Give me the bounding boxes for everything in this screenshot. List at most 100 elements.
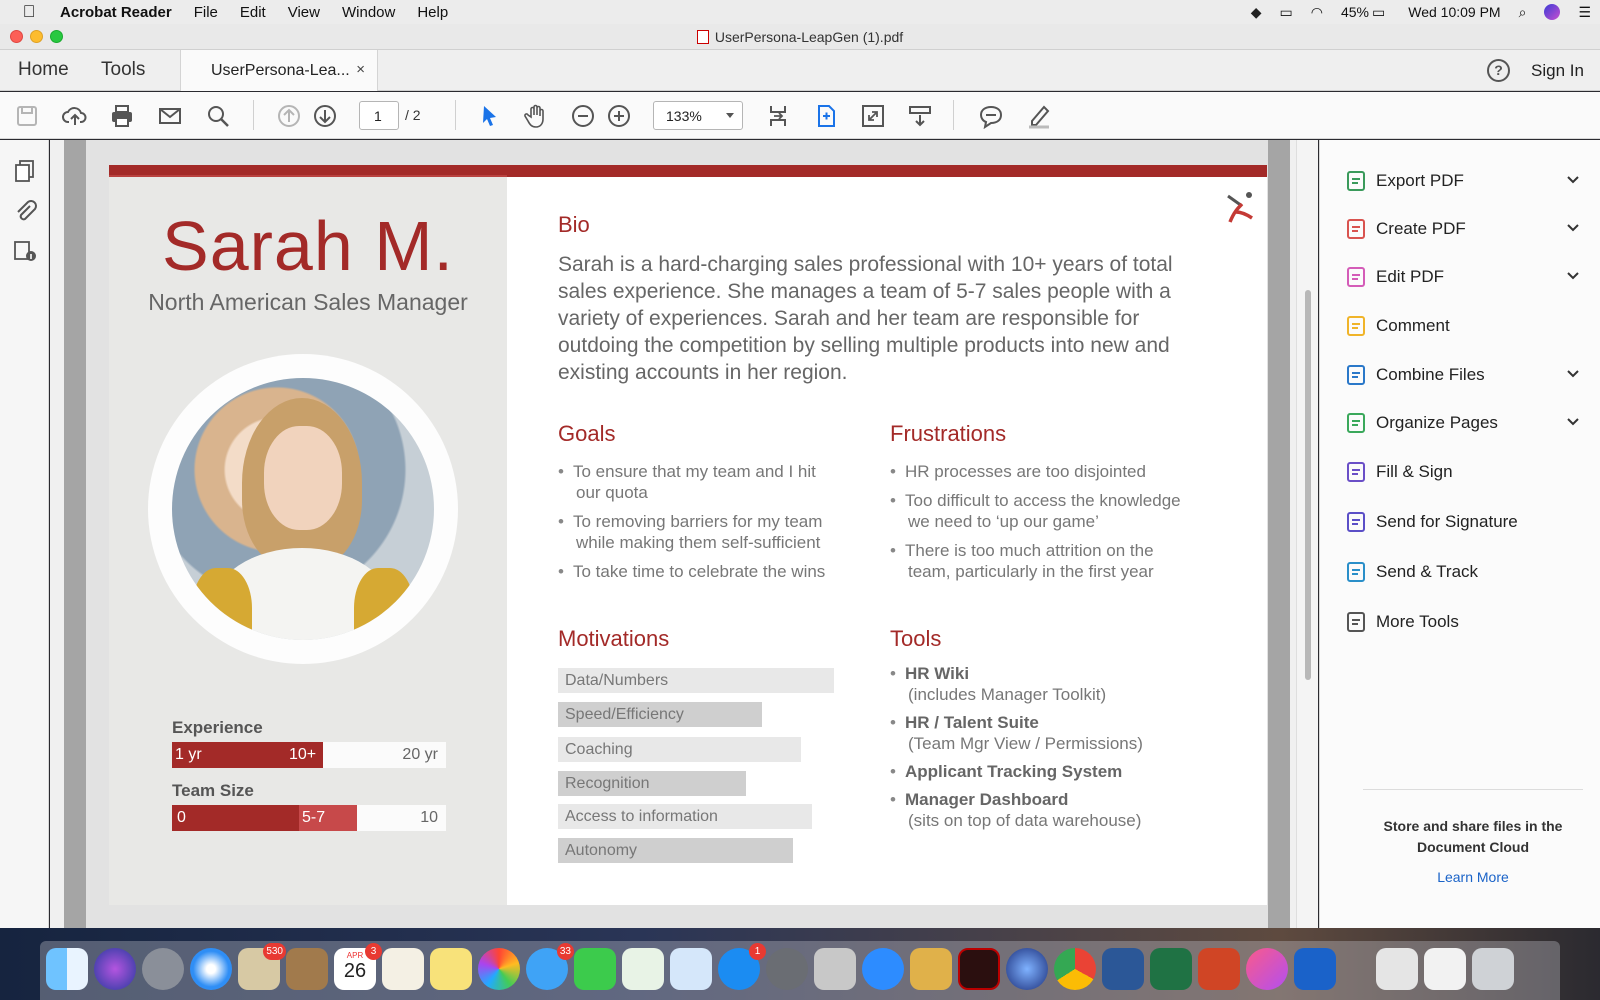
app-store-icon[interactable]: 1: [718, 943, 766, 990]
print-icon[interactable]: [109, 103, 135, 129]
persona-photo: [172, 378, 434, 640]
save-icon[interactable]: [14, 103, 40, 129]
team-size-label: Team Size: [172, 781, 254, 800]
email-icon[interactable]: [157, 103, 183, 129]
comment-icon[interactable]: [978, 103, 1004, 130]
zoom-in-icon[interactable]: [606, 103, 632, 129]
finder-icon[interactable]: [46, 948, 88, 990]
notification-center-icon[interactable]: ☰: [1578, 4, 1591, 21]
tool-combine-files[interactable]: Combine Files: [1347, 361, 1586, 391]
system-preferences-icon[interactable]: [766, 948, 808, 990]
dropbox-icon[interactable]: ◆: [1251, 4, 1262, 21]
calendar-icon[interactable]: APR 26 3: [334, 943, 382, 990]
messages-icon[interactable]: 33: [526, 943, 574, 990]
documents-stack-icon[interactable]: [1376, 948, 1418, 990]
frustrations-list: HR processes are too disjointed Too diff…: [890, 461, 1210, 582]
tab-home[interactable]: Home: [18, 59, 69, 81]
tool-comment[interactable]: Comment: [1347, 312, 1586, 342]
downloads-stack-icon[interactable]: [1424, 948, 1466, 990]
next-page-icon[interactable]: [312, 103, 338, 129]
battery-icon[interactable]: ▭: [1372, 4, 1385, 21]
siri-dock-icon[interactable]: [94, 948, 136, 990]
scrollbar-thumb[interactable]: [1305, 290, 1311, 680]
network-radar-icon[interactable]: [1006, 948, 1048, 990]
airplay-icon[interactable]: ▭: [1280, 4, 1293, 21]
hand-tool-icon[interactable]: [523, 103, 549, 129]
pdf-file-icon: [696, 30, 709, 44]
tool-create-pdf[interactable]: Create PDF: [1347, 215, 1586, 245]
tool-export-pdf[interactable]: Export PDF: [1347, 167, 1586, 197]
menu-clock[interactable]: Wed 10:09 PM: [1408, 4, 1500, 20]
chevron-down-icon[interactable]: [1566, 414, 1580, 428]
attachments-icon[interactable]: [12, 198, 38, 224]
siri-icon[interactable]: [1544, 4, 1561, 20]
chevron-down-icon[interactable]: [1566, 172, 1580, 186]
cyberduck-icon[interactable]: [910, 948, 952, 990]
app-store-badge: 1: [749, 943, 766, 960]
tool-send-track[interactable]: Send & Track: [1347, 558, 1586, 588]
tool-edit-pdf[interactable]: Edit PDF: [1347, 263, 1586, 293]
close-tab-button[interactable]: ×: [356, 61, 365, 78]
help-icon[interactable]: ?: [1487, 59, 1510, 82]
wifi-icon[interactable]: ◠: [1311, 4, 1323, 21]
notes-icon[interactable]: [430, 948, 472, 990]
upload-cloud-icon[interactable]: [62, 103, 88, 129]
chrome-icon[interactable]: [1054, 948, 1096, 990]
spotlight-icon[interactable]: ⌕: [1519, 4, 1527, 21]
learn-more-link[interactable]: Learn More: [1363, 869, 1583, 885]
contacts-icon[interactable]: [286, 948, 328, 990]
numbers-icon[interactable]: [622, 948, 664, 990]
tab-tools[interactable]: Tools: [101, 59, 145, 81]
tab-bar: Home Tools UserPersona-Lea... × ? Sign I…: [0, 50, 1600, 91]
bbedit-icon[interactable]: [1294, 948, 1336, 990]
page-number-input[interactable]: [359, 101, 399, 130]
menu-edit[interactable]: Edit: [229, 4, 277, 21]
keynote-icon[interactable]: [670, 948, 712, 990]
tool-fill-sign[interactable]: Fill & Sign: [1347, 458, 1586, 488]
list-item: To removing barriers for my teamwhile ma…: [558, 511, 848, 553]
document-properties-icon[interactable]: [12, 238, 38, 264]
music-icon[interactable]: [1246, 948, 1288, 990]
word-icon[interactable]: [1102, 948, 1144, 990]
tool-more-tools[interactable]: More Tools: [1347, 608, 1586, 638]
tool-organize-pages[interactable]: Organize Pages: [1347, 409, 1586, 439]
fit-page-icon[interactable]: [813, 103, 839, 129]
menu-help[interactable]: Help: [406, 4, 459, 21]
page-thumbnails-icon[interactable]: [12, 158, 38, 184]
previous-page-icon[interactable]: [276, 103, 302, 129]
zoom-select[interactable]: 133%: [653, 101, 743, 130]
apple-menu-icon[interactable]: : [0, 2, 58, 22]
menu-view[interactable]: View: [277, 4, 331, 21]
scroll-mode-icon[interactable]: [907, 103, 933, 129]
tool-send-signature[interactable]: Send for Signature: [1347, 508, 1586, 538]
tab-document[interactable]: UserPersona-Lea... ×: [180, 50, 378, 91]
create-pdf-icon: [1345, 217, 1369, 241]
mail-icon[interactable]: 530: [238, 943, 286, 990]
excel-icon[interactable]: [1150, 948, 1192, 990]
chevron-down-icon[interactable]: [1566, 366, 1580, 380]
launchpad-icon[interactable]: [142, 948, 184, 990]
battery-percent: 45%: [1340, 4, 1369, 20]
menu-file[interactable]: File: [183, 4, 229, 21]
screenshot-tool-icon[interactable]: [814, 948, 856, 990]
zoom-app-icon[interactable]: [862, 948, 904, 990]
full-screen-icon[interactable]: [860, 103, 886, 129]
sign-in-button[interactable]: Sign In: [1531, 61, 1584, 81]
menu-app-name[interactable]: Acrobat Reader: [58, 4, 183, 21]
safari-icon[interactable]: [190, 948, 232, 990]
powerpoint-icon[interactable]: [1198, 948, 1240, 990]
vertical-scrollbar[interactable]: [1296, 140, 1318, 928]
menu-window[interactable]: Window: [331, 4, 406, 21]
pages-icon[interactable]: [382, 948, 424, 990]
photos-icon[interactable]: [478, 948, 520, 990]
search-icon[interactable]: [205, 103, 231, 129]
zoom-out-icon[interactable]: [570, 103, 596, 129]
chevron-down-icon[interactable]: [1566, 220, 1580, 234]
highlight-pen-icon[interactable]: [1026, 103, 1052, 129]
fit-width-icon[interactable]: [765, 103, 791, 129]
acrobat-reader-dock-icon[interactable]: [958, 948, 1000, 990]
select-cursor-icon[interactable]: [476, 103, 502, 129]
facetime-icon[interactable]: [574, 948, 616, 990]
chevron-down-icon[interactable]: [1566, 268, 1580, 282]
trash-icon[interactable]: [1472, 948, 1514, 990]
